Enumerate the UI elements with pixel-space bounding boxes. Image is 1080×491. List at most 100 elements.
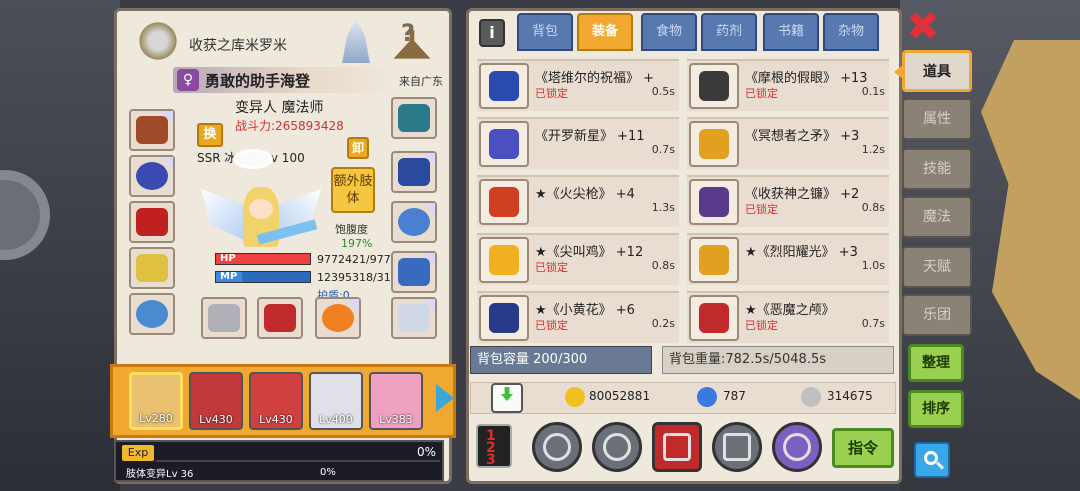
search-button[interactable] — [914, 442, 950, 478]
pumpkin-slot[interactable] — [315, 297, 361, 339]
team-member[interactable]: Lv400 — [309, 372, 363, 430]
command-button[interactable]: 指令 — [832, 428, 894, 468]
amulet-icon — [136, 254, 168, 282]
item-list: 《塔维尔的祝福》 + 已锁定 0.5s 《摩根的假眼》 +13 已锁定 0.1s 《开罗… — [477, 59, 895, 343]
side-tab-talent[interactable]: 天赋 — [902, 246, 972, 288]
hunger-value: 197% — [341, 237, 373, 250]
amulet-slot[interactable] — [129, 247, 175, 289]
gender-icon: ♀ — [177, 69, 199, 91]
origin-label: 来自广东 — [399, 75, 443, 88]
character-title: 勇敢的助手海登 — [205, 72, 311, 90]
hat-slot[interactable] — [129, 109, 175, 151]
eye-amulet-icon — [699, 71, 729, 101]
magnifier-icon — [543, 433, 571, 461]
sort-number-button[interactable]: 1 2 3 — [476, 424, 512, 468]
team-row: Lv280 Lv430 Lv430 Lv400 Lv383 — [110, 364, 456, 438]
mp-bar: MP — [215, 271, 311, 283]
scythe-blade-icon — [208, 304, 240, 332]
fire-spear-icon — [489, 187, 519, 217]
swap-action-button[interactable] — [592, 422, 642, 472]
tab-equipment[interactable]: 装备 — [577, 13, 633, 51]
necklace-slot[interactable] — [129, 155, 175, 197]
item-row[interactable]: 《开罗新星》 +11 0.7s — [477, 117, 679, 169]
staff-slot[interactable] — [257, 297, 303, 339]
swap-button[interactable]: 换 — [197, 123, 223, 147]
dice-action-button[interactable] — [652, 422, 702, 472]
tab-backpack[interactable]: 背包 — [517, 13, 573, 51]
boots-slot[interactable] — [391, 251, 437, 293]
tab-food[interactable]: 食物 — [641, 13, 697, 51]
mp-value: 12395318/31 — [317, 271, 391, 284]
team-next-arrow-icon[interactable] — [436, 384, 454, 412]
tab-books[interactable]: 书籍 — [763, 13, 819, 51]
tab-potion[interactable]: 药剂 — [701, 13, 757, 51]
question-icon: ? — [401, 19, 415, 47]
organize-button[interactable]: 整理 — [908, 344, 964, 382]
item-row[interactable]: ★《烈阳耀光》 +3 1.0s — [687, 233, 889, 285]
sort-button[interactable]: 排序 — [908, 390, 964, 428]
download-arrow-icon — [501, 387, 513, 401]
info-button[interactable]: i — [479, 19, 505, 47]
silver-value: 314675 — [827, 389, 873, 403]
team-member[interactable]: Lv383 — [369, 372, 423, 430]
hp-bar: HP — [215, 253, 311, 265]
pet-slot[interactable] — [391, 297, 437, 339]
export-button[interactable] — [491, 383, 523, 413]
exp-bar — [156, 460, 440, 462]
shield-emblem-icon — [398, 104, 430, 132]
item-row[interactable]: 《塔维尔的祝福》 + 已锁定 0.5s — [477, 59, 679, 111]
bag-weight: 背包重量:782.5s/5048.5s — [662, 346, 894, 374]
exp-box: Exp 0% 肢体变异Lv 36 0% — [114, 440, 444, 482]
limb-mutation-percent: 0% — [320, 467, 336, 478]
side-tab-magic[interactable]: 魔法 — [902, 196, 972, 238]
book-action-button[interactable] — [712, 422, 762, 472]
item-row[interactable]: ★《小黄花》 +6 已锁定 0.2s — [477, 291, 679, 343]
team-member[interactable]: Lv280 — [129, 372, 183, 430]
spear-icon — [699, 129, 729, 159]
item-row[interactable]: 《摩根的假眼》 +13 已锁定 0.1s — [687, 59, 889, 111]
side-tab-skills[interactable]: 技能 — [902, 148, 972, 190]
rock-decoration — [981, 40, 1080, 400]
hp-value: 9772421/977 — [317, 253, 391, 266]
item-row[interactable]: 《收获神之镰》 +2 已锁定 0.8s — [687, 175, 889, 227]
bracelet-icon — [398, 208, 430, 236]
cape-slot[interactable] — [129, 201, 175, 243]
bag-capacity: 背包容量 200/300 — [470, 346, 652, 374]
extra-limb-button[interactable]: 额外肢体 — [331, 167, 375, 213]
bracelet-slot[interactable] — [391, 201, 437, 243]
action-row: 1 2 3 指令 — [470, 420, 896, 476]
unequip-button[interactable]: 卸 — [347, 137, 369, 159]
side-tab-attributes[interactable]: 属性 — [902, 98, 972, 140]
emblem-slot[interactable] — [391, 97, 437, 139]
team-member[interactable]: Lv430 — [249, 372, 303, 430]
currency-row: 80052881 787 314675 — [470, 382, 896, 414]
magnifier-action-button[interactable] — [532, 422, 582, 472]
side-tab-band[interactable]: 乐团 — [902, 294, 972, 336]
title-bar[interactable]: ♀ 勇敢的助手海登 — [173, 67, 391, 93]
armlet-slot[interactable] — [391, 151, 437, 193]
ring-slot[interactable] — [129, 293, 175, 335]
item-row[interactable]: ★《火尖枪》 +4 1.3s — [477, 175, 679, 227]
guild-emblem-icon[interactable] — [135, 21, 181, 61]
cape-icon — [136, 208, 168, 236]
sun-axe-icon — [699, 245, 729, 275]
item-row[interactable]: ★《恶魔之颅》 已锁定 0.7s — [687, 291, 889, 343]
weapon-slot[interactable] — [201, 297, 247, 339]
gold-value: 80052881 — [589, 389, 651, 403]
class-line: 变异人 魔法师 — [235, 100, 324, 116]
rune-action-button[interactable] — [772, 422, 822, 472]
item-row[interactable]: 《冥想者之矛》 +3 1.2s — [687, 117, 889, 169]
necklace-icon — [136, 162, 168, 190]
side-tab-items[interactable]: 道具 — [902, 50, 972, 92]
item-row[interactable]: ★《尖叫鸡》 +12 已锁定 0.8s — [477, 233, 679, 285]
team-member[interactable]: Lv430 — [189, 372, 243, 430]
boots-icon — [398, 258, 430, 286]
armlet-icon — [398, 158, 430, 186]
combat-power: 战斗力:265893428 — [235, 119, 344, 133]
close-icon[interactable]: ✖ — [906, 7, 940, 47]
shrine-icon[interactable] — [342, 19, 370, 63]
swap-arrows-icon — [603, 433, 631, 461]
background-left — [0, 0, 120, 491]
tab-misc[interactable]: 杂物 — [823, 13, 879, 51]
chicken-icon — [489, 245, 519, 275]
